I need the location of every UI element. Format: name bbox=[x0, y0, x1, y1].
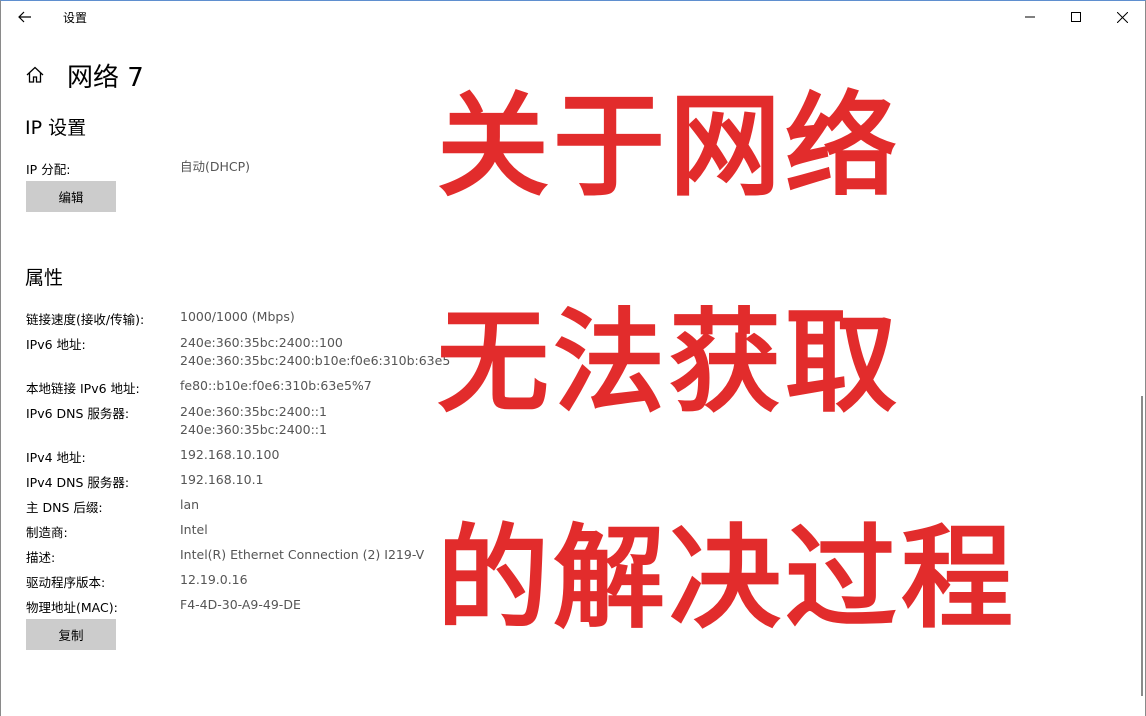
overlay-caption-line-3: 的解决过程 bbox=[437, 514, 1017, 644]
dns-suffix-label: 主 DNS 后缀: bbox=[26, 500, 103, 515]
ip-settings-heading: IP 设置 bbox=[25, 117, 87, 139]
link-local-ipv6-label: 本地链接 IPv6 地址: bbox=[26, 381, 140, 396]
dns-suffix-value: lan bbox=[180, 497, 200, 512]
link-speed-value: 1000/1000 (Mbps) bbox=[180, 309, 295, 324]
page-title: 网络 7 bbox=[67, 62, 144, 93]
home-icon[interactable] bbox=[25, 65, 45, 85]
back-button[interactable] bbox=[9, 1, 41, 33]
title-bar: 设置 bbox=[1, 1, 1145, 33]
minimize-icon bbox=[1025, 16, 1035, 18]
minimize-button[interactable] bbox=[1007, 1, 1053, 33]
mac-address-label: 物理地址(MAC): bbox=[26, 600, 118, 615]
description-label: 描述: bbox=[26, 550, 56, 565]
properties-heading: 属性 bbox=[25, 267, 64, 289]
maximize-icon bbox=[1071, 12, 1081, 22]
ipv6-dns-label: IPv6 DNS 服务器: bbox=[26, 406, 130, 421]
ipv4-address-label: IPv4 地址: bbox=[26, 450, 86, 465]
ipv6-dns-value: 240e:360:35bc:2400::1 bbox=[180, 404, 327, 419]
app-title: 设置 bbox=[63, 11, 88, 25]
ipv6-dns-value-2: 240e:360:35bc:2400::1 bbox=[180, 422, 327, 437]
settings-window: 设置 网络 7 IP 设置 IP 分配: 自动(DHCP) 编辑 属性 链接速度… bbox=[0, 0, 1146, 716]
close-icon bbox=[1116, 11, 1128, 23]
page-header: 网络 7 bbox=[25, 59, 144, 93]
manufacturer-value: Intel bbox=[180, 522, 208, 537]
ipv6-address-label: IPv6 地址: bbox=[26, 337, 86, 352]
maximize-button[interactable] bbox=[1053, 1, 1099, 33]
scrollbar[interactable] bbox=[1141, 396, 1143, 696]
back-arrow-icon bbox=[18, 11, 31, 23]
description-value: Intel(R) Ethernet Connection (2) I219-V bbox=[180, 547, 425, 562]
ip-assignment-label: IP 分配: bbox=[26, 162, 71, 177]
overlay-caption-line-1: 关于网络 bbox=[437, 82, 901, 212]
ipv6-address-value-2: 240e:360:35bc:2400:b10e:f0e6:310b:63e5 bbox=[180, 353, 451, 368]
link-speed-label: 链接速度(接收/传输): bbox=[26, 312, 145, 327]
link-local-ipv6-value: fe80::b10e:f0e6:310b:63e5%7 bbox=[180, 378, 372, 393]
edit-button[interactable]: 编辑 bbox=[26, 181, 116, 212]
ipv4-address-value: 192.168.10.100 bbox=[180, 447, 280, 462]
ip-assignment-value: 自动(DHCP) bbox=[180, 159, 251, 174]
close-button[interactable] bbox=[1099, 1, 1145, 33]
ipv4-dns-label: IPv4 DNS 服务器: bbox=[26, 475, 130, 490]
driver-version-label: 驱动程序版本: bbox=[26, 575, 106, 590]
ipv4-dns-value: 192.168.10.1 bbox=[180, 472, 264, 487]
driver-version-value: 12.19.0.16 bbox=[180, 572, 248, 587]
ipv6-address-value: 240e:360:35bc:2400::100 bbox=[180, 335, 343, 350]
manufacturer-label: 制造商: bbox=[26, 525, 68, 540]
mac-address-value: F4-4D-30-A9-49-DE bbox=[180, 597, 301, 612]
overlay-caption-line-2: 无法获取 bbox=[437, 298, 901, 428]
copy-button[interactable]: 复制 bbox=[26, 619, 116, 650]
